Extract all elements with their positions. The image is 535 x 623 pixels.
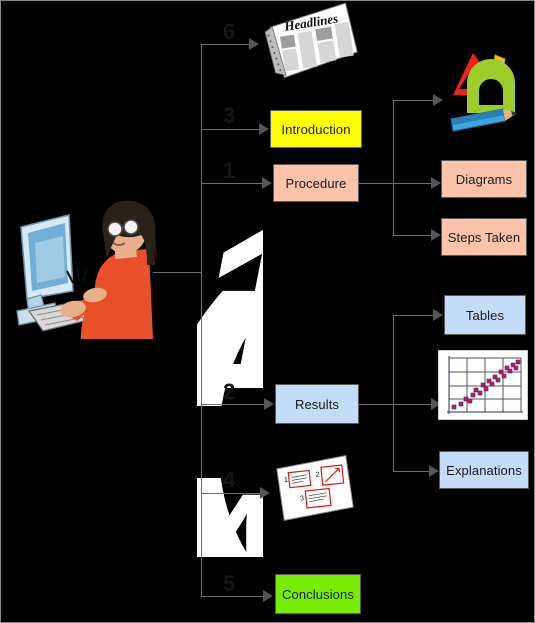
node-conclusions[interactable]: Conclusions xyxy=(275,574,361,614)
person-at-computer-icon xyxy=(7,199,157,339)
node-diagrams-label: Diagrams xyxy=(455,171,513,187)
arrow-to-conclusions xyxy=(263,590,273,602)
connector-to-newspaper xyxy=(201,44,251,45)
connector-results-stem xyxy=(359,404,393,405)
arrow-to-explanations xyxy=(429,465,439,477)
flowchart-diagram: 1 ( 4 6 3 1 2 4 5 xyxy=(0,0,535,623)
connector-to-worksheet xyxy=(201,493,262,494)
node-results[interactable]: Results xyxy=(275,384,359,424)
connector-procedure-stem xyxy=(359,183,393,184)
node-introduction[interactable]: Introduction xyxy=(270,110,362,148)
node-explanations-label: Explanations xyxy=(446,462,522,478)
connector-to-results xyxy=(201,404,264,405)
arrow-to-procedure xyxy=(262,177,272,189)
node-explanations[interactable]: Explanations xyxy=(439,451,529,489)
connector-trunk xyxy=(153,272,202,273)
connector-spine xyxy=(201,44,202,597)
artifact-mask-bottom xyxy=(197,557,267,622)
arrow-to-steps-taken xyxy=(431,229,441,241)
worksheet-panel-number-1: 1 xyxy=(284,477,289,484)
arrow-to-drawing-tools xyxy=(433,94,443,106)
artifact-mask-brace-top xyxy=(151,1,199,269)
drawing-tools-icon xyxy=(445,47,531,135)
arrow-to-introduction xyxy=(259,123,269,135)
node-procedure-label: Procedure xyxy=(285,175,347,191)
artifact-mask-brace-bottom xyxy=(151,579,199,622)
arrow-to-tables xyxy=(433,309,443,321)
arrow-to-worksheet xyxy=(260,487,270,499)
connector-to-conclusions xyxy=(201,596,263,597)
node-tables[interactable]: Tables xyxy=(444,295,526,335)
artifact-mask-mid xyxy=(197,406,267,478)
connector-results-riser xyxy=(393,315,394,471)
connector-procedure-to-steps xyxy=(393,235,435,236)
connector-results-to-tables xyxy=(393,315,435,316)
node-tables-label: Tables xyxy=(465,307,505,323)
node-steps-taken-label: Steps Taken xyxy=(447,229,521,245)
connector-procedure-riser xyxy=(393,100,394,235)
arrow-to-newspaper xyxy=(249,38,259,50)
connector-results-to-explanations xyxy=(393,471,433,472)
artifact-mask-top xyxy=(197,1,267,197)
worksheet-icon: 1 2 3 xyxy=(274,453,356,523)
newspaper-icon: Headlines xyxy=(260,1,362,82)
node-introduction-label: Introduction xyxy=(281,121,351,137)
arrow-to-diagrams xyxy=(431,177,441,189)
node-conclusions-label: Conclusions xyxy=(282,586,354,602)
connector-results-to-chart xyxy=(393,404,435,405)
worksheet-panel-number-2: 2 xyxy=(315,471,320,478)
scatter-chart-icon xyxy=(437,349,529,421)
connector-to-procedure xyxy=(201,183,262,184)
node-procedure[interactable]: Procedure xyxy=(273,164,359,202)
node-diagrams[interactable]: Diagrams xyxy=(441,160,527,198)
node-steps-taken[interactable]: Steps Taken xyxy=(441,218,527,256)
arrow-to-results xyxy=(264,398,274,410)
connector-procedure-to-tools xyxy=(393,100,435,101)
edge-label-2: 2 xyxy=(223,379,236,404)
node-results-label: Results xyxy=(294,396,340,412)
worksheet-panel-number-3: 3 xyxy=(300,495,305,502)
connector-to-introduction xyxy=(201,129,259,130)
connector-procedure-to-diagrams xyxy=(393,183,435,184)
